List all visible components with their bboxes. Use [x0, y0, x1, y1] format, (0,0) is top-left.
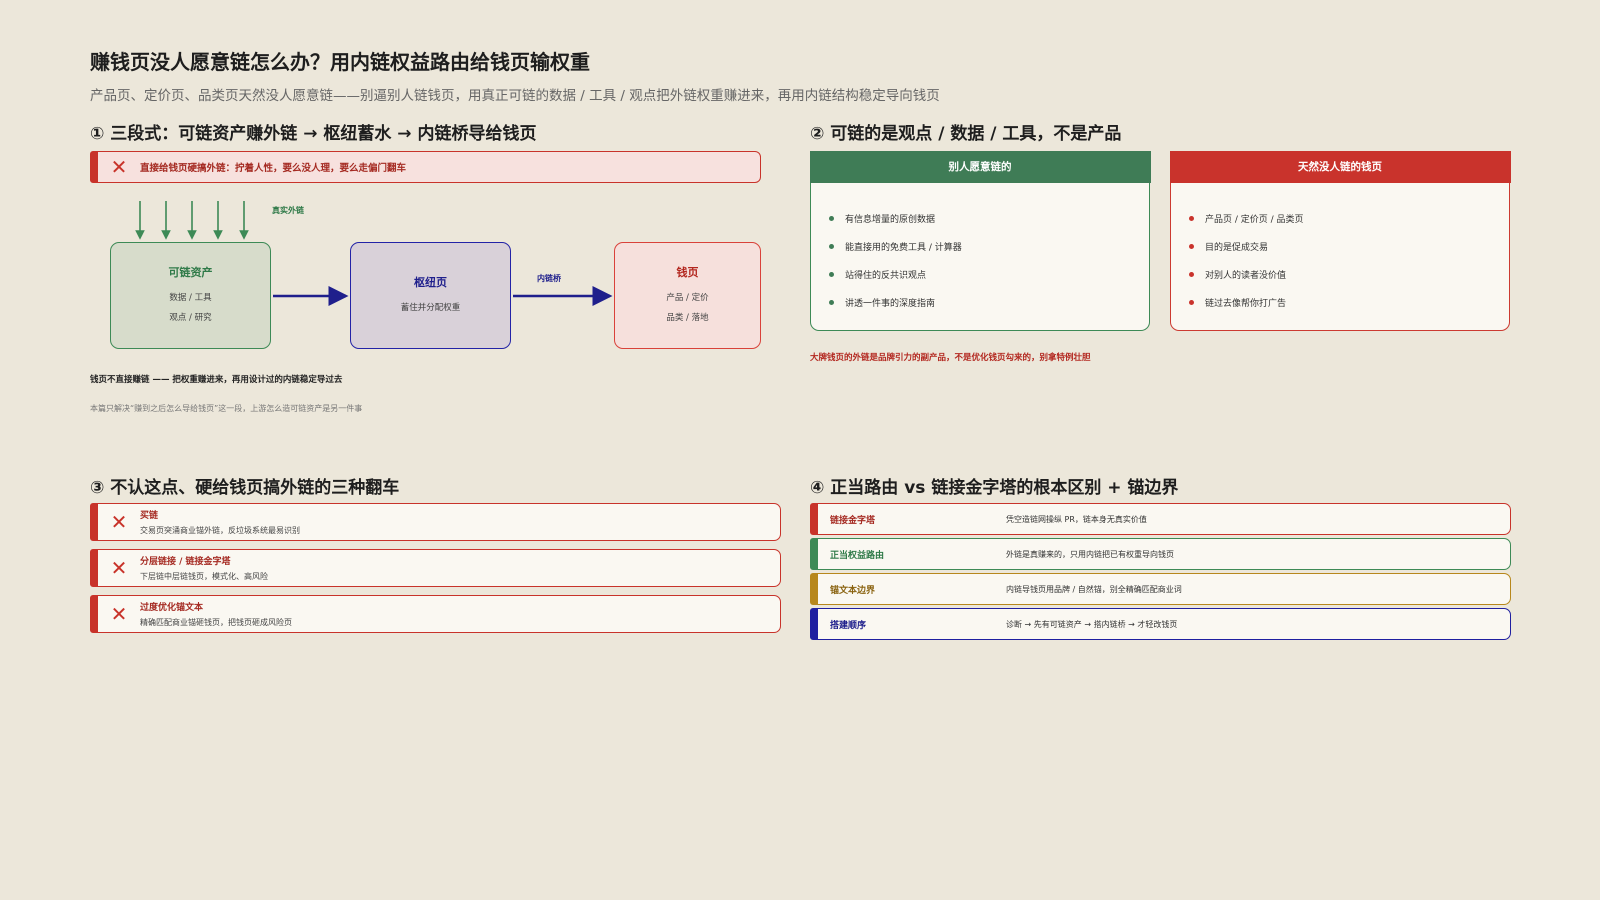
bridge-label: 内链桥 — [537, 274, 561, 283]
asset-node-line: 观点 / 研究 — [169, 312, 212, 323]
asset-node-line: 数据 / 工具 — [169, 292, 212, 303]
comparison-row: 正当权益路由 外链是真赚来的，只用内链把已有权重导向钱页 — [810, 538, 1511, 570]
money-node-line: 品类 / 落地 — [666, 312, 709, 323]
section2-note: 大牌钱页的外链是品牌引力的副产品，不是优化钱页勾来的，别拿特例壮胆 — [810, 353, 1091, 363]
pitfall-item: ✕ 买链 交易页突涌商业锚外链，反垃圾系统最易识别 — [90, 503, 781, 541]
money-node-title: 钱页 — [676, 265, 699, 279]
list-item: 讲透一件事的深度指南 — [829, 289, 1149, 317]
willing-card-header: 别人愿意链的 — [809, 150, 1151, 183]
money-node: 钱页 产品 / 定价 品类 / 落地 — [614, 242, 761, 349]
row-key: 链接金字塔 — [830, 515, 876, 526]
hub-node: 枢纽页 蓄住并分配权重 — [350, 242, 511, 349]
cross-icon: ✕ — [110, 556, 128, 580]
list-item-text: 链过去像帮你打广告 — [1205, 299, 1287, 309]
comparison-row: 搭建顺序 诊断 → 先有可链资产 → 搭内链桥 → 才轻改钱页 — [810, 608, 1511, 640]
bullet-icon — [829, 272, 834, 277]
list-item-text: 目的是促成交易 — [1205, 243, 1269, 253]
comparison-row: 锚文本边界 内链导钱页用品牌 / 自然锚，别全精确匹配商业词 — [810, 573, 1511, 605]
pitfall-item: ✕ 分层链接 / 链接金字塔 下层链中层链钱页，模式化、高风险 — [90, 549, 781, 587]
list-item: 能直接用的免费工具 / 计算器 — [829, 233, 1149, 261]
row-value: 诊断 → 先有可链资产 → 搭内链桥 → 才轻改钱页 — [1006, 619, 1178, 629]
external-links-label: 真实外链 — [272, 206, 304, 215]
row-key: 正当权益路由 — [830, 550, 885, 561]
flow-diagram: 真实外链 内链桥 可链资产 数据 / 工具 观点 / 研究 枢纽页 蓄住并分配权… — [90, 195, 770, 360]
hub-node-line: 蓄住并分配权重 — [400, 302, 461, 313]
asset-node-title: 可链资产 — [168, 265, 213, 279]
asset-node: 可链资产 数据 / 工具 观点 / 研究 — [110, 242, 271, 349]
section1-note: 钱页不直接赚链 —— 把权重赚进来，再用设计过的内链稳定导过去 — [90, 375, 343, 385]
row-key: 搭建顺序 — [830, 620, 867, 631]
row-value: 外链是真赚来的，只用内链把已有权重导向钱页 — [1006, 549, 1174, 559]
section2-title: ② 可链的是观点 / 数据 / 工具，不是产品 — [810, 124, 1122, 144]
pitfall-desc: 交易页突涌商业锚外链，反垃圾系统最易识别 — [140, 526, 300, 535]
section1-scope-note: 本篇只解决“赚到之后怎么导给钱页”这一段，上游怎么造可链资产是另一件事 — [90, 404, 363, 413]
list-item: 链过去像帮你打广告 — [1189, 289, 1509, 317]
bullet-icon — [1189, 244, 1194, 249]
no-link-card: 天然没人链的钱页 产品页 / 定价页 / 品类页 目的是促成交易 对别人的读者没… — [1169, 150, 1511, 331]
bullet-icon — [829, 300, 834, 305]
list-item: 产品页 / 定价页 / 品类页 — [1189, 205, 1509, 233]
list-item: 有信息增量的原创数据 — [829, 205, 1149, 233]
warning-text: 直接给钱页硬搞外链：拧着人性，要么没人理，要么走偏门翻车 — [140, 163, 407, 174]
comparison-row: 链接金字塔 凭空造链网操纵 PR，链本身无真实价值 — [810, 503, 1511, 535]
bullet-icon — [829, 216, 834, 221]
pitfall-desc: 精确匹配商业锚砸钱页，把钱页砸成风险页 — [140, 618, 292, 627]
pitfall-title: 分层链接 / 链接金字塔 — [140, 557, 231, 567]
page-title: 赚钱页没人愿意链怎么办？用内链权益路由给钱页输权重 — [90, 50, 590, 74]
list-item: 站得住的反共识观点 — [829, 261, 1149, 289]
row-value: 凭空造链网操纵 PR，链本身无真实价值 — [1006, 514, 1147, 524]
list-item: 对别人的读者没价值 — [1189, 261, 1509, 289]
list-item: 目的是促成交易 — [1189, 233, 1509, 261]
cross-icon: ✕ — [110, 155, 128, 179]
pitfall-desc: 下层链中层链钱页，模式化、高风险 — [140, 572, 268, 581]
nolink-card-header: 天然没人链的钱页 — [1169, 150, 1511, 183]
cross-icon: ✕ — [110, 602, 128, 626]
list-item-text: 有信息增量的原创数据 — [845, 215, 936, 225]
pitfall-title: 买链 — [140, 511, 159, 521]
section3-title: ③ 不认这点、硬给钱页搞外链的三种翻车 — [90, 478, 400, 498]
page-subtitle: 产品页、定价页、品类页天然没人愿意链——别逼别人链钱页，用真正可链的数据 / 工… — [90, 88, 940, 104]
bullet-icon — [829, 244, 834, 249]
hub-node-title: 枢纽页 — [414, 275, 447, 289]
pitfall-item: ✕ 过度优化锚文本 精确匹配商业锚砸钱页，把钱页砸成风险页 — [90, 595, 781, 633]
row-key: 锚文本边界 — [830, 585, 876, 596]
bullet-icon — [1189, 300, 1194, 305]
list-item-text: 讲透一件事的深度指南 — [845, 299, 936, 309]
section1-warning: ✕ 直接给钱页硬搞外链：拧着人性，要么没人理，要么走偏门翻车 — [90, 151, 761, 183]
cross-icon: ✕ — [110, 510, 128, 534]
section1-title: ① 三段式：可链资产赚外链 → 枢纽蓄水 → 内链桥导给钱页 — [90, 124, 537, 144]
list-item-text: 能直接用的免费工具 / 计算器 — [845, 243, 962, 253]
pitfall-title: 过度优化锚文本 — [140, 603, 204, 613]
bullet-icon — [1189, 272, 1194, 277]
list-item-text: 产品页 / 定价页 / 品类页 — [1205, 215, 1304, 225]
willing-to-link-card: 别人愿意链的 有信息增量的原创数据 能直接用的免费工具 / 计算器 站得住的反共… — [809, 150, 1151, 331]
list-item-text: 对别人的读者没价值 — [1205, 271, 1287, 281]
row-value: 内链导钱页用品牌 / 自然锚，别全精确匹配商业词 — [1006, 584, 1182, 594]
bullet-icon — [1189, 216, 1194, 221]
list-item-text: 站得住的反共识观点 — [845, 271, 927, 281]
section4-title: ④ 正当路由 vs 链接金字塔的根本区别 + 锚边界 — [810, 478, 1179, 498]
money-node-line: 产品 / 定价 — [666, 292, 709, 303]
